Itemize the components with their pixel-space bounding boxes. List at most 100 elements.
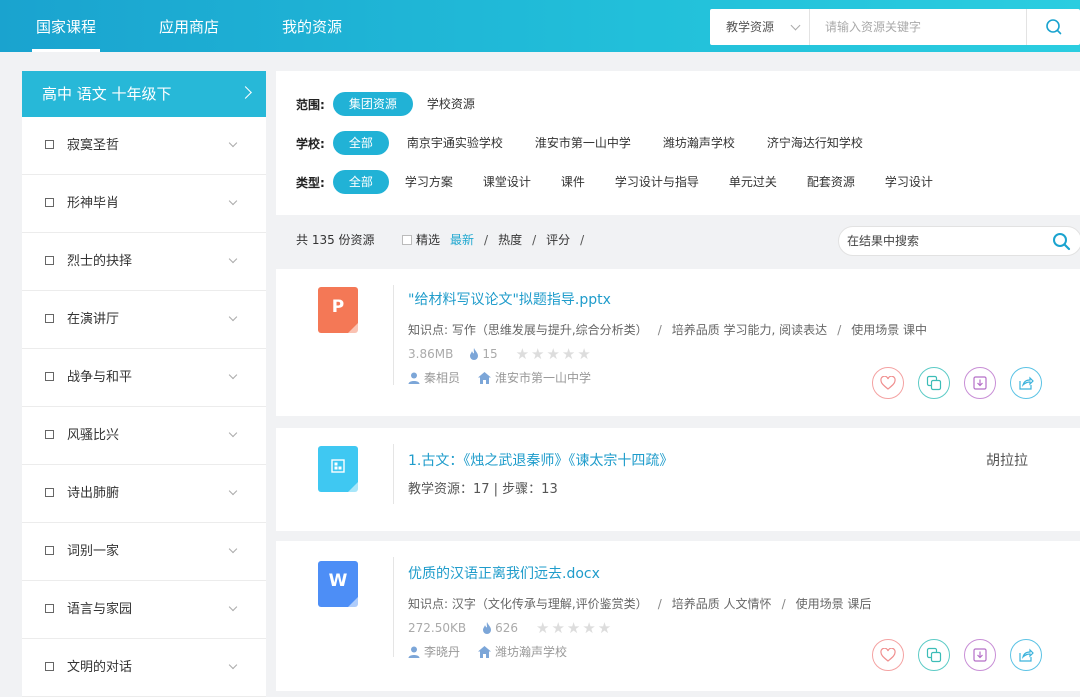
heat-count: 626	[495, 621, 518, 635]
filter-chip[interactable]: 全部	[332, 170, 389, 194]
featured-label: 精选	[416, 233, 441, 247]
nav-tab-app-store[interactable]: 应用商店	[159, 0, 219, 52]
sidebar-item[interactable]: 寂寞圣哲	[22, 117, 266, 175]
favorite-button[interactable]	[872, 367, 904, 399]
square-icon	[45, 140, 54, 149]
sort-latest[interactable]: 最新	[450, 233, 474, 247]
resource-owner: 李晓丹 潍坊瀚声学校	[408, 643, 567, 660]
resource-card[interactable]: W 优质的汉语正离我们远去.docx 知识点: 汉字（文化传承与理解,评价鉴赏类…	[276, 541, 1080, 691]
search-category-label: 教学资源	[726, 20, 775, 34]
square-icon	[45, 314, 54, 323]
search-button[interactable]	[1026, 9, 1080, 45]
filter-chip[interactable]: 单元过关	[715, 170, 791, 194]
download-icon	[973, 376, 987, 390]
sidebar-item[interactable]: 烈士的抉择	[22, 233, 266, 291]
filter-label: 范围:	[296, 97, 325, 112]
sort-options: 最新 / 热度 / 评分 /	[450, 233, 585, 247]
square-icon	[45, 546, 54, 555]
copy-button[interactable]	[918, 367, 950, 399]
download-icon	[973, 648, 987, 662]
filter-chip[interactable]: 南京宇通实验学校	[393, 131, 517, 155]
search-icon[interactable]	[1051, 231, 1073, 253]
sidebar-item-label: 寂寞圣哲	[67, 138, 120, 153]
chevron-down-icon	[228, 196, 238, 206]
school-name: 潍坊瀚声学校	[495, 645, 568, 659]
search-input[interactable]	[811, 9, 1026, 45]
filter-row-school: 学校: 全部 南京宇通实验学校 淮安市第一山中学 潍坊瀚声学校 济宁海达行知学校	[296, 131, 877, 155]
resource-actions	[872, 367, 1056, 399]
copy-button[interactable]	[918, 639, 950, 671]
result-search-input[interactable]	[847, 227, 1037, 255]
share-button[interactable]	[1010, 639, 1042, 671]
sort-popularity[interactable]: 热度	[498, 233, 522, 247]
chevron-down-icon	[790, 20, 801, 31]
favorite-button[interactable]	[872, 639, 904, 671]
share-icon	[1019, 648, 1034, 662]
sidebar-item-label: 战争与和平	[67, 370, 133, 385]
search-category-select[interactable]: 教学资源	[710, 9, 810, 45]
resource-title[interactable]: 优质的汉语正离我们远去.docx	[408, 563, 600, 583]
chevron-down-icon	[228, 486, 238, 496]
resource-tags: 知识点: 写作（思维发展与提升,综合分析类） / 培养品质 学习能力, 阅读表达 / 使…	[408, 323, 928, 337]
sidebar-item[interactable]: 战争与和平	[22, 349, 266, 407]
heart-icon	[880, 648, 896, 662]
resource-title[interactable]: "给材料写议论文"拟题指导.pptx	[408, 289, 611, 309]
star-rating[interactable]: ★★★★★	[516, 345, 593, 363]
sidebar-item[interactable]: 文明的对话	[22, 639, 266, 697]
featured-checkbox[interactable]	[402, 235, 412, 245]
filter-chip[interactable]: 学习方案	[391, 170, 467, 194]
resource-actions	[872, 639, 1056, 671]
sidebar-item[interactable]: 诗出肺腑	[22, 465, 266, 523]
filter-chip[interactable]: 学习设计	[871, 170, 947, 194]
resource-creator: 胡拉拉	[986, 453, 1028, 469]
result-count: 共 135 份资源	[296, 233, 375, 247]
download-button[interactable]	[964, 367, 996, 399]
file-size: 272.50KB	[408, 621, 467, 635]
chevron-down-icon	[228, 370, 238, 380]
result-search	[838, 226, 1080, 256]
sidebar-item-label: 诗出肺腑	[67, 486, 120, 501]
square-icon	[45, 604, 54, 613]
sort-rating[interactable]: 评分	[546, 233, 570, 247]
sidebar-item[interactable]: 词别一家	[22, 523, 266, 581]
filter-chip[interactable]: 全部	[332, 131, 389, 155]
filter-chip[interactable]: 学校资源	[413, 92, 489, 116]
chevron-down-icon	[228, 544, 238, 554]
nav-tab-my-resources[interactable]: 我的资源	[282, 0, 342, 52]
resource-card[interactable]: 1.古文：《烛之武退秦师》《谏太宗十四疏》 教学资源：17 | 步骤：13 胡拉…	[276, 428, 1080, 531]
sort-bar: 共 135 份资源 精选 最新 / 热度 / 评分 /	[276, 222, 1080, 262]
filter-chip[interactable]: 集团资源	[332, 92, 413, 116]
sidebar-item[interactable]: 形神毕肖	[22, 175, 266, 233]
filter-chip[interactable]: 淮安市第一山中学	[521, 131, 645, 155]
star-rating[interactable]: ★★★★★	[536, 619, 613, 637]
search-icon	[1046, 19, 1062, 35]
sidebar-item[interactable]: 风骚比兴	[22, 407, 266, 465]
sidebar-item[interactable]: 语言与家园	[22, 581, 266, 639]
copy-icon	[926, 647, 942, 663]
filter-chip[interactable]: 潍坊瀚声学校	[649, 131, 749, 155]
chevron-down-icon	[228, 602, 238, 612]
resource-title[interactable]: 1.古文：《烛之武退秦师》《谏太宗十四疏》	[408, 450, 673, 470]
resource-tags: 知识点: 汉字（文化传承与理解,评价鉴赏类） / 培养品质 人文情怀 / 使用场景 课后	[408, 597, 872, 611]
chapter-sidebar: 高中 语文 十年级下 寂寞圣哲 形神毕肖 烈士的抉择 在演讲厅 战争与和平 风骚…	[22, 71, 266, 697]
resource-card[interactable]: P "给材料写议论文"拟题指导.pptx 知识点: 写作（思维发展与提升,综合分…	[276, 269, 1080, 416]
chevron-down-icon	[228, 138, 238, 148]
filter-chip[interactable]: 学习设计与指导	[601, 170, 713, 194]
heat-count: 15	[482, 347, 498, 361]
sidebar-item-label: 风骚比兴	[67, 428, 120, 443]
flame-icon	[470, 347, 479, 360]
share-button[interactable]	[1010, 367, 1042, 399]
filter-chip[interactable]: 配套资源	[793, 170, 869, 194]
nav-tab-national-courses[interactable]: 国家课程	[31, 0, 101, 52]
filter-row-type: 类型: 全部 学习方案 课堂设计 课件 学习设计与指导 单元过关 配套资源 学习…	[296, 170, 947, 194]
download-button[interactable]	[964, 639, 996, 671]
filter-chip[interactable]: 课堂设计	[469, 170, 545, 194]
sidebar-item[interactable]: 在演讲厅	[22, 291, 266, 349]
filter-panel: 范围: 集团资源 学校资源 学校: 全部 南京宇通实验学校 淮安市第一山中学 潍…	[276, 71, 1080, 215]
word-file-icon: W	[318, 561, 358, 607]
chevron-right-icon	[239, 86, 252, 99]
sidebar-header[interactable]: 高中 语文 十年级下	[22, 71, 266, 117]
filter-chip[interactable]: 济宁海达行知学校	[753, 131, 877, 155]
sidebar-item-label: 文明的对话	[67, 660, 133, 675]
filter-chip[interactable]: 课件	[547, 170, 599, 194]
